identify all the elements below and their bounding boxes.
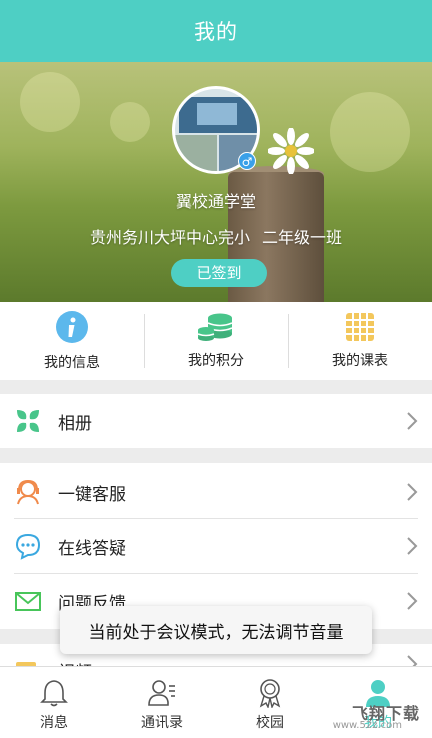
menu-item-album[interactable]: 相册 bbox=[0, 394, 432, 448]
background-bokeh bbox=[20, 72, 80, 132]
daisy-flower-image bbox=[268, 128, 314, 174]
info-icon bbox=[56, 311, 88, 343]
my-timetable-button[interactable]: 我的课表 bbox=[288, 302, 432, 380]
tab-messages-label: 消息 bbox=[40, 715, 68, 731]
my-timetable-label: 我的课表 bbox=[332, 353, 388, 369]
mail-icon bbox=[15, 592, 41, 611]
chevron-right-icon bbox=[407, 483, 418, 501]
meeting-mode-toast: 当前处于会议模式，无法调节音量 bbox=[60, 606, 372, 654]
album-icon bbox=[17, 410, 39, 432]
avatar-photo-part bbox=[197, 103, 237, 125]
chevron-right-icon bbox=[407, 537, 418, 555]
signin-button[interactable]: 已签到 bbox=[171, 259, 267, 287]
tab-campus-label: 校园 bbox=[256, 715, 284, 731]
timetable-icon bbox=[346, 313, 374, 341]
coins-icon bbox=[197, 313, 233, 341]
background-bokeh bbox=[110, 102, 150, 142]
contacts-icon bbox=[148, 680, 175, 706]
avatar-photo-part bbox=[175, 135, 217, 171]
title-bar: 我的 bbox=[0, 0, 432, 62]
tab-contacts-label: 通讯录 bbox=[141, 715, 183, 731]
my-info-button[interactable]: 我的信息 bbox=[0, 302, 144, 380]
class-label: 二年级一班 bbox=[262, 228, 343, 247]
gender-male-icon: ♂ bbox=[238, 152, 256, 170]
chevron-right-icon bbox=[407, 412, 418, 430]
my-points-label: 我的积分 bbox=[188, 353, 244, 369]
tab-campus[interactable]: 校园 bbox=[216, 667, 324, 738]
my-info-label: 我的信息 bbox=[44, 355, 100, 371]
customer-service-icon bbox=[17, 479, 39, 505]
album-section: 相册 bbox=[0, 394, 432, 448]
menu-item-customer-service[interactable]: 一键客服 bbox=[0, 465, 432, 519]
quick-actions: 我的信息 我的积分 我的课表 bbox=[0, 302, 432, 380]
customer-service-label: 一键客服 bbox=[58, 484, 126, 505]
menu-item-online-qa[interactable]: 在线答疑 bbox=[0, 519, 432, 573]
chat-bubble-icon bbox=[15, 533, 41, 560]
watermark-url: www.52z.com bbox=[332, 720, 402, 731]
school-label: 贵州务川大坪中心完小 bbox=[89, 228, 250, 247]
chevron-right-icon bbox=[407, 592, 418, 610]
tab-messages[interactable]: 消息 bbox=[0, 667, 108, 738]
badge-ribbon-icon bbox=[259, 679, 281, 708]
service-section: 一键客服 在线答疑 问题反馈 bbox=[0, 463, 432, 629]
background-bokeh bbox=[330, 92, 410, 172]
user-name: 翼校通学堂 bbox=[175, 192, 256, 211]
bell-icon bbox=[40, 680, 68, 707]
online-qa-label: 在线答疑 bbox=[58, 538, 126, 559]
tab-contacts[interactable]: 通讯录 bbox=[108, 667, 216, 738]
page-title: 我的 bbox=[194, 20, 238, 44]
my-points-button[interactable]: 我的积分 bbox=[144, 302, 288, 380]
class-info: 贵州务川大坪中心完小 二年级一班 bbox=[0, 224, 432, 248]
album-label: 相册 bbox=[58, 413, 92, 434]
